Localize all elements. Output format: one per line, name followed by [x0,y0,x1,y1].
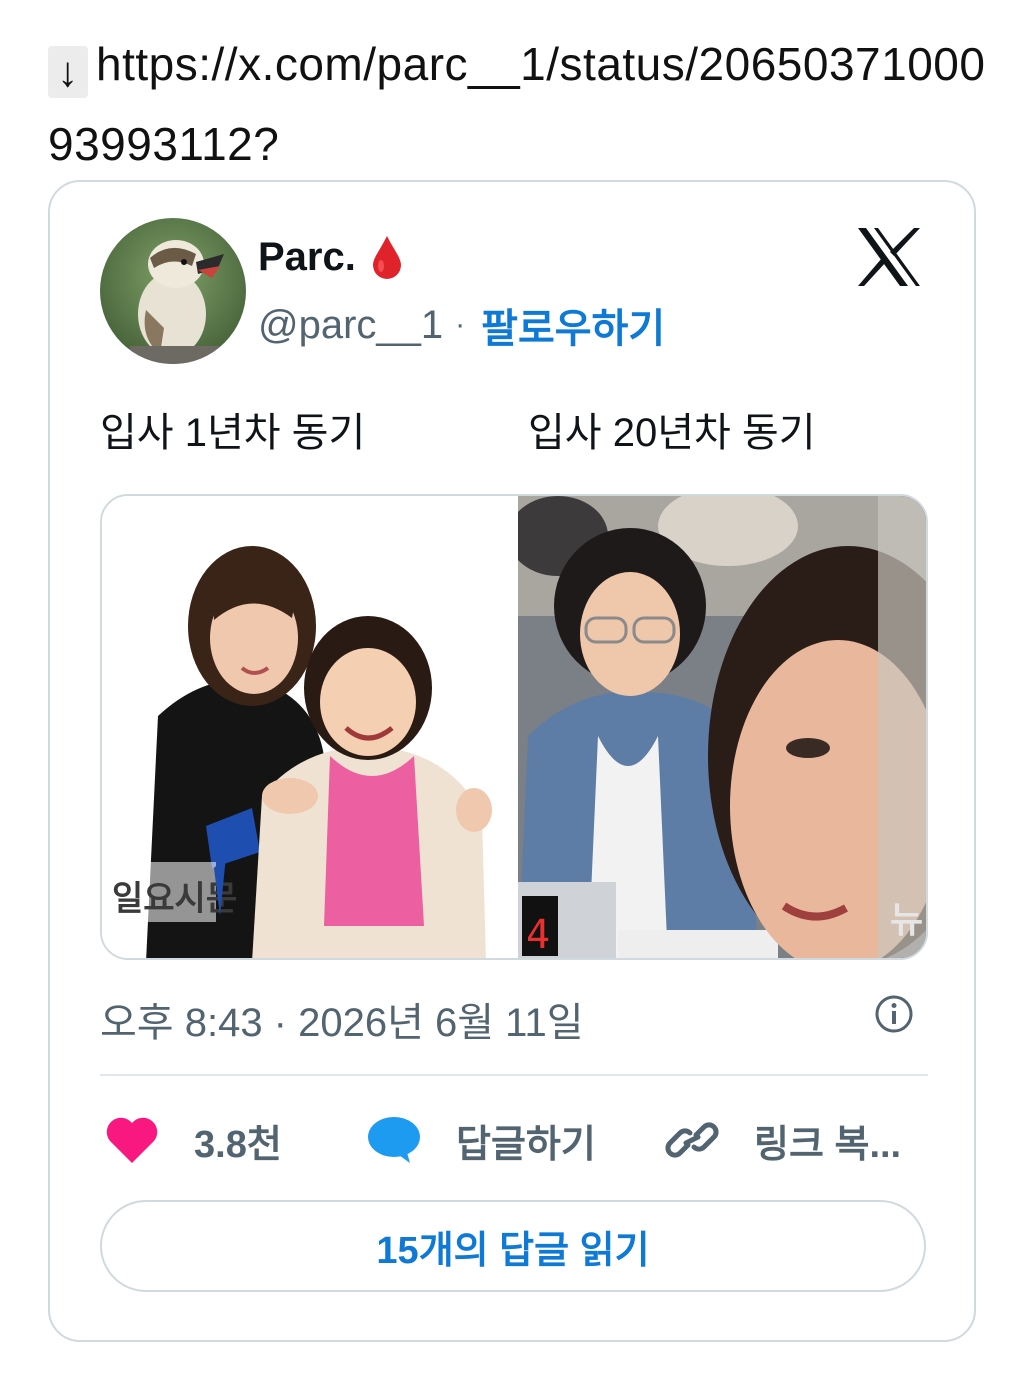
follow-button[interactable]: 팔로우하기 [481,296,665,354]
avatar[interactable] [100,218,246,364]
author-name[interactable]: Parc. [258,234,404,280]
like-button[interactable]: 3.8천 [104,1110,282,1170]
read-replies-button[interactable]: 15개의 답글 읽기 [100,1200,926,1292]
tweet-embed-card: Parc. @parc__1 · 팔로우하기 입사 1년차 동기 입사 20년차… [48,180,976,1342]
caption-right: 입사 20년차 동기 [528,411,816,455]
tweet-timestamp[interactable]: 오후 8:43 · 2026년 6월 11일 [100,990,584,1048]
speech-bubble-icon [368,1117,420,1163]
copy-link-button[interactable]: 링크 복... [664,1110,901,1170]
divider [100,1074,928,1076]
info-icon[interactable] [874,994,914,1034]
separator-dot: · [455,308,466,341]
author-handle[interactable]: @parc__1 [258,303,443,348]
tweet-actions: 3.8천 답글하기 링크 복... [100,1110,940,1170]
media-corner-text: 뉴 [890,900,923,941]
media-counter: 4 [526,912,550,958]
display-name[interactable]: Parc. [258,235,356,280]
tweet-media[interactable]: 일요시문 4 뉴 [100,494,928,960]
reply-label: 답글하기 [456,1123,596,1166]
reply-button[interactable]: 답글하기 [366,1110,596,1170]
tweet-url-line[interactable]: ↓ https://x.com/parc__1/status/2065037100… [48,24,988,184]
link-icon [665,1122,719,1158]
download-arrow-icon: ↓ [48,46,88,98]
media-photo-right[interactable]: 4 뉴 [508,496,926,958]
heart-icon [106,1117,158,1163]
media-photo-left[interactable]: 일요시문 [102,496,518,958]
copy-link-label: 링크 복... [754,1123,902,1166]
like-count: 3.8천 [194,1123,282,1166]
author-handle-row: @parc__1 · 팔로우하기 [258,296,665,354]
tweet-url[interactable]: https://x.com/parc__1/status/20650371000… [48,38,985,170]
x-logo-icon[interactable] [856,226,922,288]
blood-drop-icon [372,236,401,279]
caption-left: 입사 1년차 동기 [100,411,366,455]
